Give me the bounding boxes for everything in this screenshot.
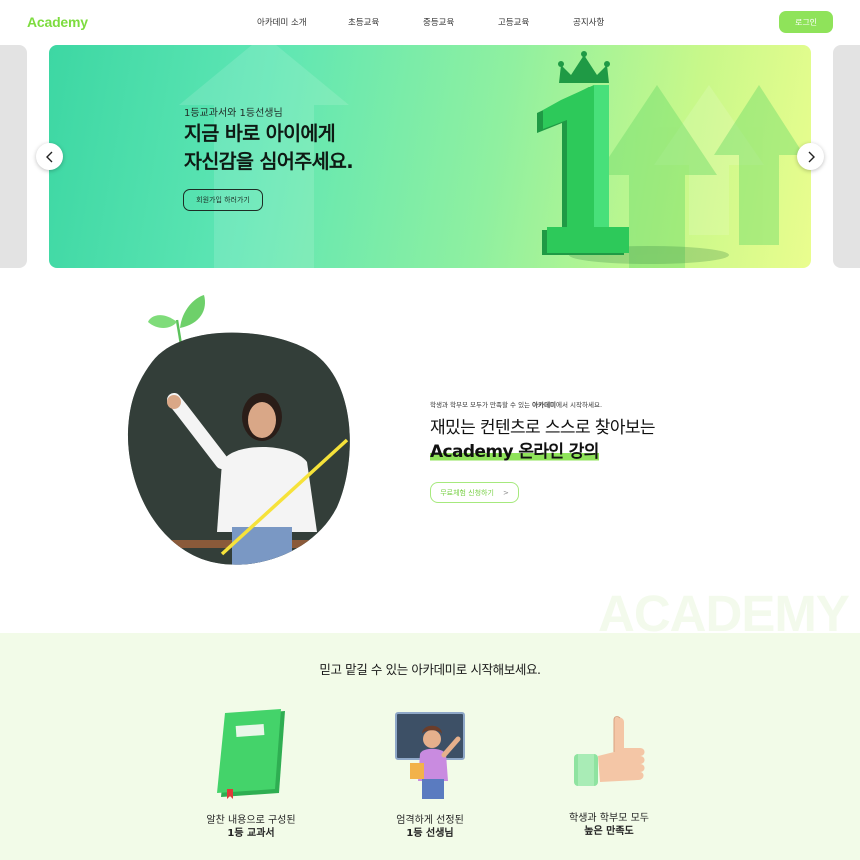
hero-illustration <box>179 45 804 268</box>
prev-slide-peek <box>0 45 27 268</box>
hero-title: 지금 바로 아이에게 자신감을 심어주세요. <box>184 120 354 176</box>
free-trial-button[interactable]: 무료체험 신청하기 > <box>430 482 519 503</box>
site-header: Academy 아카데미 소개 초등교육 중등교육 고등교육 공지사항 로그인 <box>0 0 860 44</box>
carousel-next-button[interactable] <box>797 143 824 170</box>
hero-eyebrow: 1등교과서와 1등선생님 <box>184 108 283 119</box>
feature-teacher-line-1: 엄격하게 선정된 <box>396 815 464 826</box>
hero-title-line-2: 자신감을 심어주세요. <box>184 150 354 173</box>
feature-book-caption: 알찬 내용으로 구성된 1등 교과서 <box>171 814 331 840</box>
hero-banner: 1등교과서와 1등선생님 지금 바로 아이에게 자신감을 심어주세요. 회원가입… <box>49 45 811 268</box>
nav-item-notice[interactable]: 공지사항 <box>573 16 604 28</box>
login-button[interactable]: 로그인 <box>779 11 833 33</box>
feature-satisfaction-line-2: 높은 만족도 <box>584 826 634 837</box>
intro-title-highlight: Academy 온라인 강의 <box>430 442 599 462</box>
chevron-right-icon: > <box>502 488 509 497</box>
feature-satisfaction-caption: 학생과 학부모 모두 높은 만족도 <box>529 812 689 838</box>
teacher-photo <box>127 295 350 565</box>
nav-item-middle[interactable]: 중등교육 <box>423 16 454 28</box>
feature-teacher-caption: 엄격하게 선정된 1등 선생님 <box>350 814 510 840</box>
page: Academy 아카데미 소개 초등교육 중등교육 고등교육 공지사항 로그인 <box>0 0 860 860</box>
nav-item-elementary[interactable]: 초등교육 <box>348 16 379 28</box>
nav-item-high[interactable]: 고등교육 <box>498 16 529 28</box>
chevron-right-icon <box>808 151 815 162</box>
features-title: 믿고 맡길 수 있는 아카데미로 시작해보세요. <box>319 662 541 677</box>
chevron-left-icon <box>45 151 52 162</box>
book-icon <box>217 709 285 799</box>
main-nav: 아카데미 소개 초등교육 중등교육 고등교육 공지사항 <box>0 16 860 30</box>
intro-eyebrow-prefix: 학생과 학부모 모두가 만족할 수 있는 <box>430 401 533 409</box>
feature-book-line-2: 1등 교과서 <box>227 828 275 839</box>
intro-title: 재밌는 컨텐츠로 스스로 찾아보는 Academy 온라인 강의 <box>430 416 656 464</box>
thumbs-up-icon <box>574 716 645 786</box>
intro-eyebrow-suffix: 에서 시작하세요. <box>556 401 603 409</box>
intro-title-line-1: 재밌는 컨텐츠로 스스로 찾아보는 <box>430 418 656 438</box>
carousel-prev-button[interactable] <box>36 143 63 170</box>
free-trial-label: 무료체험 신청하기 <box>440 488 494 497</box>
hero-title-line-1: 지금 바로 아이에게 <box>184 122 336 145</box>
feature-book-line-1: 알찬 내용으로 구성된 <box>206 815 296 826</box>
signup-button[interactable]: 회원가입 하러가기 <box>183 189 263 211</box>
feature-satisfaction-line-1: 학생과 학부모 모두 <box>569 813 649 824</box>
next-slide-peek <box>833 45 860 268</box>
teacher-icon <box>395 712 465 799</box>
feature-teacher-line-2: 1등 선생님 <box>406 828 454 839</box>
intro-eyebrow: 학생과 학부모 모두가 만족할 수 있는 아카데미에서 시작하세요. <box>430 399 602 409</box>
intro-eyebrow-brand: 아카데미 <box>532 401 557 409</box>
nav-item-about[interactable]: 아카데미 소개 <box>257 16 307 28</box>
